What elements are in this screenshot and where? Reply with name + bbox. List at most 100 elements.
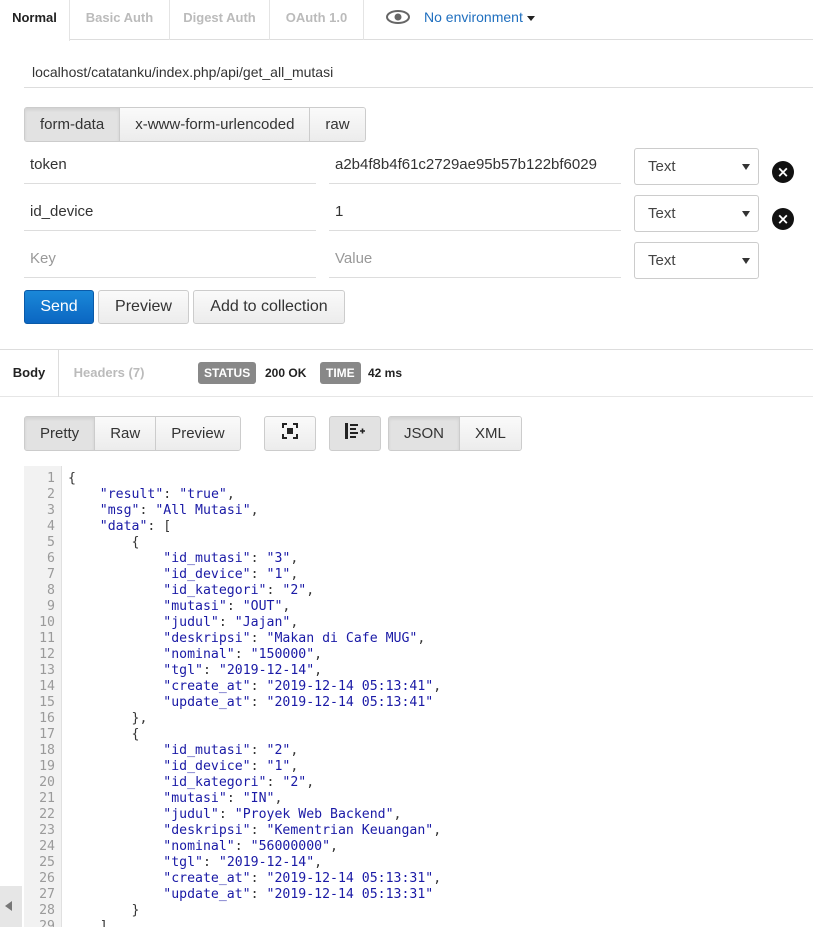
code-line: "update_at": "2019-12-14 05:13:31" <box>163 887 434 902</box>
line-number: 29 <box>39 919 55 927</box>
delete-param-icon[interactable]: × <box>772 208 794 230</box>
code-line: "data": [ <box>99 519 172 534</box>
code-line: { <box>68 727 140 742</box>
url-text[interactable]: localhost/catatanku/index.php/api/get_al… <box>32 64 333 80</box>
code-line: "msg": "All Mutasi", <box>99 503 259 518</box>
tab-digest-auth[interactable]: Digest Auth <box>170 0 270 40</box>
param-type-select[interactable]: Text <box>634 195 759 232</box>
line-number: 4 <box>47 519 55 534</box>
code-line: "id_device": "1", <box>163 567 299 582</box>
tab-normal[interactable]: Normal <box>0 0 70 41</box>
view-pretty[interactable]: Pretty <box>25 417 96 450</box>
line-number: 26 <box>39 871 55 886</box>
tab-headers[interactable]: Headers (7) <box>59 350 159 397</box>
param-key-field[interactable]: id_device <box>24 197 316 231</box>
view-raw[interactable]: Raw <box>95 417 157 450</box>
line-number: 8 <box>47 583 55 598</box>
line-number-gutter: 1 2 3 4 5 6 7 8 9 10 11 12 13 14 15 16 17 18 19 20 21 22 23 24 2… <box>24 466 62 927</box>
line-number: 28 <box>39 903 55 918</box>
param-type-label: Text <box>648 158 676 175</box>
code-line: "tgl": "2019-12-14", <box>163 855 323 870</box>
preview-button[interactable]: Preview <box>98 290 189 324</box>
code-line: "tgl": "2019-12-14", <box>163 663 323 678</box>
url-input[interactable]: localhost/catatanku/index.php/api/get_al… <box>24 57 813 88</box>
code-line: ] <box>68 919 108 927</box>
fullscreen-button[interactable] <box>264 416 316 451</box>
send-button[interactable]: Send <box>24 290 94 324</box>
delete-param-icon[interactable]: × <box>772 161 794 183</box>
code-line: "judul": "Jajan", <box>163 615 299 630</box>
line-number: 1 <box>47 471 55 486</box>
environment-label[interactable]: No environment <box>424 9 523 25</box>
line-number: 2 <box>47 487 55 502</box>
line-number: 7 <box>47 567 55 582</box>
chevron-down-icon <box>742 164 750 170</box>
tab-body[interactable]: Body <box>0 350 59 397</box>
line-number: 13 <box>39 663 55 678</box>
param-key-field[interactable]: token <box>24 150 316 184</box>
new-key-input[interactable]: Key <box>24 244 316 278</box>
code-line: }, <box>68 711 148 726</box>
line-number: 10 <box>39 615 55 630</box>
tab-oauth[interactable]: OAuth 1.0 <box>270 0 364 40</box>
line-number: 18 <box>39 743 55 758</box>
tab-basic-auth[interactable]: Basic Auth <box>70 0 170 40</box>
line-number: 23 <box>39 823 55 838</box>
fullscreen-icon <box>282 423 298 444</box>
param-type-select[interactable]: Text <box>634 242 759 279</box>
code-line: "nominal": "150000", <box>163 647 323 662</box>
code-line: "id_kategori": "2", <box>163 583 315 598</box>
param-type-select[interactable]: Text <box>634 148 759 185</box>
code-line: { <box>68 535 140 550</box>
chevron-down-icon <box>742 211 750 217</box>
line-number: 21 <box>39 791 55 806</box>
eye-icon[interactable] <box>386 10 410 24</box>
code-line: "id_mutasi": "3", <box>163 551 299 566</box>
line-number: 6 <box>47 551 55 566</box>
collapse-sidebar-tab[interactable] <box>0 886 22 927</box>
view-mode-group: Pretty Raw Preview <box>24 416 241 451</box>
chevron-left-icon <box>5 901 12 911</box>
line-number: 14 <box>39 679 55 694</box>
view-preview[interactable]: Preview <box>156 417 240 450</box>
line-number: 11 <box>39 631 55 646</box>
line-number: 9 <box>47 599 55 614</box>
new-value-input[interactable]: Value <box>329 244 621 278</box>
time-badge: TIME <box>320 362 361 384</box>
code-line: } <box>68 903 140 918</box>
code-line: "mutasi": "IN", <box>163 791 283 806</box>
body-type-form-data[interactable]: form-data <box>25 108 121 141</box>
auth-tabs: Normal Basic Auth Digest Auth OAuth 1.0 … <box>0 0 813 41</box>
line-number: 3 <box>47 503 55 518</box>
line-number: 20 <box>39 775 55 790</box>
param-type-label: Text <box>648 252 676 269</box>
chevron-down-icon <box>742 258 750 264</box>
code-line: "nominal": "56000000", <box>163 839 338 854</box>
format-xml[interactable]: XML <box>460 417 521 450</box>
code-line: "create_at": "2019-12-14 05:13:41", <box>163 679 442 694</box>
code-line: "id_device": "1", <box>163 759 299 774</box>
wrap-toggle-button[interactable] <box>329 416 381 451</box>
line-number: 16 <box>39 711 55 726</box>
param-value-field[interactable]: 1 <box>329 197 621 231</box>
environment-selector[interactable]: No environment <box>386 6 535 28</box>
add-to-collection-button[interactable]: Add to collection <box>193 290 345 324</box>
line-number: 5 <box>47 535 55 550</box>
status-value: 200 OK <box>265 366 307 380</box>
param-value-field[interactable]: a2b4f8b4f61c2729ae95b57b122bf6029 <box>329 150 621 184</box>
code-line: "update_at": "2019-12-14 05:13:41" <box>163 695 434 710</box>
format-json[interactable]: JSON <box>389 417 461 450</box>
line-number: 12 <box>39 647 55 662</box>
body-type-urlencoded[interactable]: x-www-form-urlencoded <box>120 108 311 141</box>
code-line: { <box>68 471 76 486</box>
body-type-raw[interactable]: raw <box>310 108 365 141</box>
format-group: JSON XML <box>388 416 522 451</box>
time-value: 42 ms <box>368 366 403 380</box>
line-number: 27 <box>39 887 55 902</box>
code-line: "create_at": "2019-12-14 05:13:31", <box>163 871 442 886</box>
code-line: "id_kategori": "2", <box>163 775 315 790</box>
chevron-down-icon[interactable] <box>526 15 535 21</box>
response-bar: Body Headers (7) STATUS 200 OK TIME 42 m… <box>0 349 813 397</box>
response-code-view[interactable]: 1 2 3 4 5 6 7 8 9 10 11 12 13 14 15 16 17 18 19 20 21 22 23 24 2… <box>24 466 813 927</box>
code-line: "id_mutasi": "2", <box>163 743 299 758</box>
